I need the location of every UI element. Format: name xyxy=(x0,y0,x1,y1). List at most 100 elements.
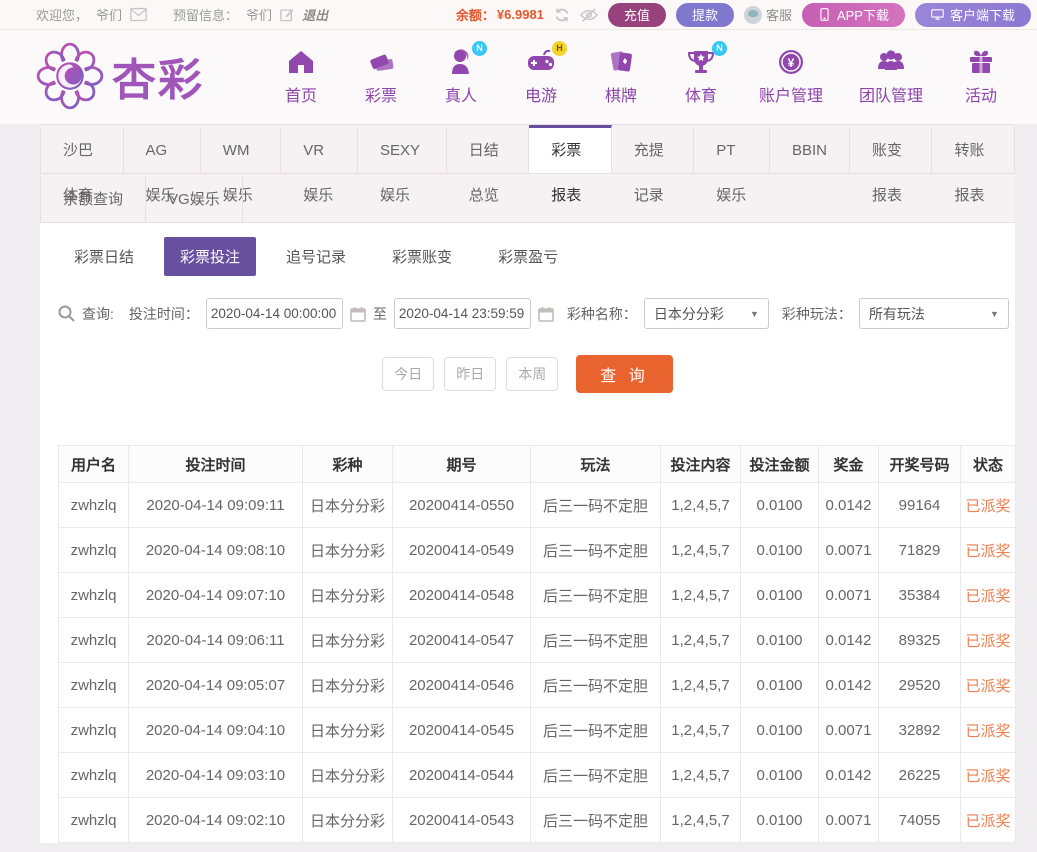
nav-item-cards[interactable]: 棋牌 xyxy=(599,47,643,106)
cell-play: 后三一码不定胆 xyxy=(530,572,661,618)
tickets-icon xyxy=(366,47,396,77)
cell-username: zwhzlq xyxy=(58,662,129,708)
nav-item-gamepad[interactable]: H 电游 xyxy=(519,40,567,106)
play-type-value: 所有玩法 xyxy=(868,305,925,322)
reserved-label: 预留信息： xyxy=(173,8,239,23)
tab-沙巴体育[interactable]: 沙巴体育 xyxy=(40,125,124,204)
tab-AG娱乐[interactable]: AG娱乐 xyxy=(124,125,201,204)
subtab-追号记录[interactable]: 追号记录 xyxy=(270,237,362,276)
tabstrip-row-2: 余额查询 VG娱乐 xyxy=(40,174,1015,222)
calendar-icon[interactable] xyxy=(538,306,554,322)
tab-转账报表[interactable]: 转账报表 xyxy=(932,125,1015,204)
calendar-icon[interactable] xyxy=(350,306,366,322)
cell-bet-time: 2020-04-14 09:08:10 xyxy=(128,527,303,573)
tab-账变报表[interactable]: 账变报表 xyxy=(850,125,933,204)
subtab-彩票盈亏[interactable]: 彩票盈亏 xyxy=(482,237,574,276)
cell-bet-content: 1,2,4,5,7 xyxy=(660,572,741,618)
cell-bet-time: 2020-04-14 09:05:07 xyxy=(128,662,303,708)
tab-日结总览[interactable]: 日结总览 xyxy=(447,125,530,204)
refresh-icon[interactable] xyxy=(554,7,570,23)
app-download-button[interactable]: APP下载 xyxy=(801,2,905,27)
cell-lottery: 日本分分彩 xyxy=(302,662,393,708)
brand-logo[interactable]: 杏彩 xyxy=(36,42,251,110)
quick-buttons: 今日 昨日 本周 xyxy=(382,357,559,391)
home-icon xyxy=(286,47,316,77)
nav-item-live-person[interactable]: N 真人 xyxy=(439,40,487,106)
nav-item-tickets[interactable]: 彩票 xyxy=(359,47,403,106)
nav-item-coin[interactable]: ¥ 账户管理 xyxy=(759,47,823,106)
subtab-彩票日结[interactable]: 彩票日结 xyxy=(58,237,150,276)
topbar: 欢迎您， 爷们 预留信息： 爷们 退出 余额： ¥6.9981 充值 提款 客服… xyxy=(0,0,1037,30)
customer-service-label: 客服 xyxy=(765,8,792,23)
tab-充提记录[interactable]: 充提记录 xyxy=(612,125,695,204)
logout-link[interactable]: 退出 xyxy=(302,5,328,24)
col-header-draw-number: 开奖号码 xyxy=(878,445,961,483)
customer-service-link[interactable]: 客服 xyxy=(743,5,792,24)
cell-lottery: 日本分分彩 xyxy=(302,482,393,528)
svg-text:¥: ¥ xyxy=(788,56,795,70)
cell-bet-amount: 0.0100 xyxy=(740,752,819,798)
col-header-status: 状态 xyxy=(960,445,1016,483)
nav-item-label: 首页 xyxy=(284,87,317,105)
nav-item-home[interactable]: 首页 xyxy=(279,47,323,106)
tab-WM娱乐[interactable]: WM娱乐 xyxy=(201,125,282,204)
nav-item-team[interactable]: 团队管理 xyxy=(859,47,923,106)
badge-n: N xyxy=(712,40,727,56)
quick-button-本周[interactable]: 本周 xyxy=(506,357,559,391)
cell-bet-time: 2020-04-14 09:02:10 xyxy=(128,797,303,843)
tab-SEXY娱乐[interactable]: SEXY娱乐 xyxy=(358,125,447,204)
nav-item-trophy[interactable]: N 体育 xyxy=(679,40,727,106)
cell-bet-amount: 0.0100 xyxy=(740,482,819,528)
cell-play: 后三一码不定胆 xyxy=(530,662,661,708)
main-nav: 首页 彩票 N 真人 H 电游 棋牌 N 体育 ¥ 账户管理 团队管理 活动 xyxy=(279,40,1003,106)
balance-value: ¥6.9981 xyxy=(496,7,544,22)
cell-bet-time: 2020-04-14 09:09:11 xyxy=(128,482,303,528)
cell-bet-amount: 0.0100 xyxy=(740,797,819,843)
play-type-select[interactable]: 所有玩法 ▼ xyxy=(858,298,1009,329)
quick-button-昨日[interactable]: 昨日 xyxy=(444,357,497,391)
cell-bet-content: 1,2,4,5,7 xyxy=(660,752,741,798)
tab-VG娱乐[interactable]: VG娱乐 xyxy=(146,174,243,222)
time-from-input[interactable] xyxy=(205,298,343,329)
nav-item-label: 团队管理 xyxy=(859,87,924,105)
cell-lottery: 日本分分彩 xyxy=(302,527,393,573)
nav-item-label: 真人 xyxy=(444,87,477,105)
subtab-彩票账变[interactable]: 彩票账变 xyxy=(376,237,468,276)
lottery-name-label: 彩种名称： xyxy=(566,305,637,322)
search-button[interactable]: 查 询 xyxy=(576,355,673,393)
col-header-username: 用户名 xyxy=(58,445,129,483)
subtab-彩票投注[interactable]: 彩票投注 xyxy=(164,237,257,276)
cell-lottery: 日本分分彩 xyxy=(302,752,393,798)
nav-item-gift[interactable]: 活动 xyxy=(959,47,1003,106)
cell-status: 已派奖 xyxy=(960,797,1016,843)
cell-bet-content: 1,2,4,5,7 xyxy=(660,797,741,843)
chevron-down-icon: ▼ xyxy=(989,308,999,319)
play-type-label: 彩种玩法： xyxy=(781,305,852,322)
phone-icon xyxy=(820,8,829,21)
recharge-button[interactable]: 充值 xyxy=(607,2,666,27)
nav-item-label: 棋牌 xyxy=(604,87,637,105)
cell-username: zwhzlq xyxy=(58,707,129,753)
eye-off-icon[interactable] xyxy=(579,7,598,22)
mail-icon[interactable] xyxy=(130,7,147,22)
tab-余额查询[interactable]: 余额查询 xyxy=(40,174,147,222)
table-row: zwhzlq 2020-04-14 09:03:10 日本分分彩 20200414-0… xyxy=(58,752,1016,798)
edit-icon[interactable] xyxy=(280,7,294,22)
lottery-name-select[interactable]: 日本分分彩 ▼ xyxy=(643,298,769,329)
cell-lottery: 日本分分彩 xyxy=(302,707,393,753)
cell-status: 已派奖 xyxy=(960,662,1016,708)
brand-name: 杏彩 xyxy=(112,56,204,105)
tab-彩票报表[interactable]: 彩票报表 xyxy=(529,125,612,204)
client-download-button[interactable]: 客户端下载 xyxy=(914,2,1031,27)
cell-prize: 0.0071 xyxy=(818,527,879,573)
quick-button-今日[interactable]: 今日 xyxy=(382,357,435,391)
time-to-input[interactable] xyxy=(393,298,531,329)
balance-label: 余额： xyxy=(455,8,495,23)
withdraw-button[interactable]: 提款 xyxy=(675,2,734,27)
tab-BBIN[interactable]: BBIN xyxy=(770,125,850,173)
tab-PT娱乐[interactable]: PT娱乐 xyxy=(694,125,770,204)
cell-bet-content: 1,2,4,5,7 xyxy=(660,662,741,708)
gamepad-icon: H xyxy=(526,40,567,77)
cell-issue: 20200414-0549 xyxy=(392,527,531,573)
tab-VR娱乐[interactable]: VR娱乐 xyxy=(281,125,358,204)
